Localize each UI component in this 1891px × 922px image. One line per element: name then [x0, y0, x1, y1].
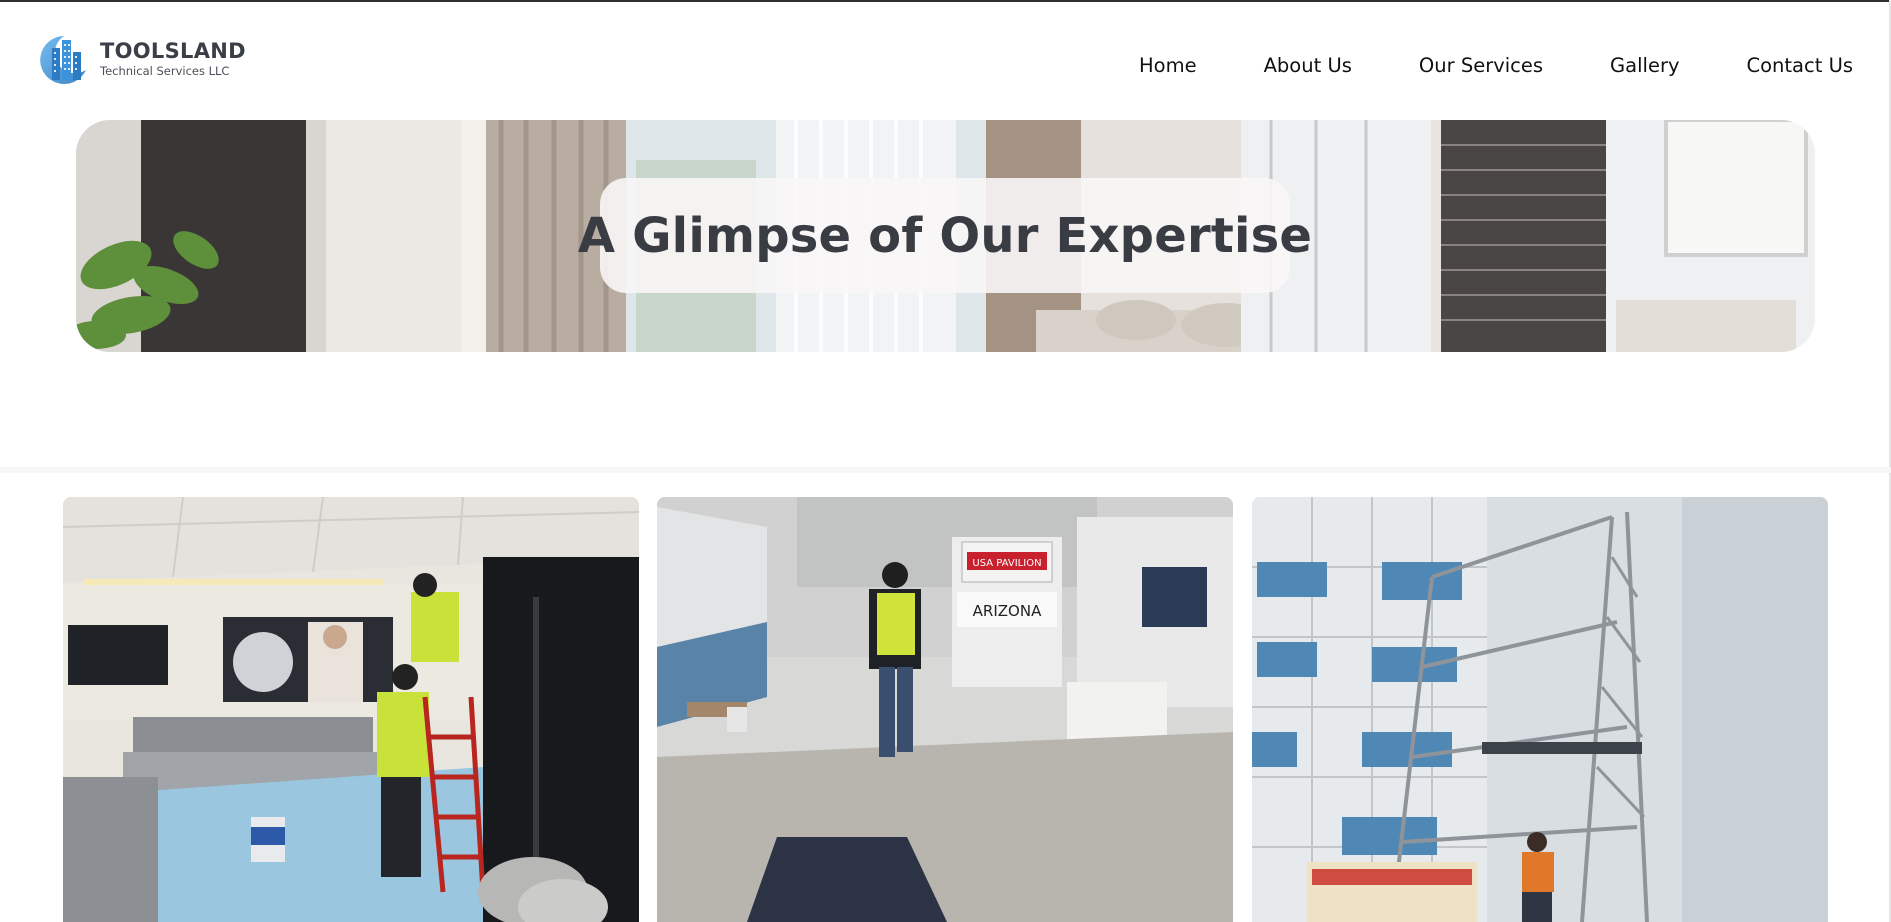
gallery-photo-exhibition[interactable]: ARIZONA USA PAVILION: [657, 497, 1233, 922]
brand-name: TOOLSLAND: [100, 38, 246, 63]
site-header: TOOLSLAND Technical Services LLC Home Ab…: [0, 2, 1891, 112]
nav-contact-us[interactable]: Contact Us: [1747, 54, 1854, 77]
gallery-photo-scaffolding[interactable]: [1252, 497, 1828, 922]
building-logo-icon: [40, 36, 86, 84]
fitout-photo-image: [63, 497, 639, 922]
main-nav: Home About Us Our Services Gallery Conta…: [1139, 54, 1853, 77]
nav-our-services[interactable]: Our Services: [1419, 54, 1543, 77]
nav-about-us[interactable]: About Us: [1264, 54, 1352, 77]
gallery-grid: ARIZONA USA PAVILION: [63, 497, 1829, 922]
scaffolding-photo-image: [1252, 497, 1828, 922]
banner-title: A Glimpse of Our Expertise: [577, 207, 1313, 264]
banner-title-card: A Glimpse of Our Expertise: [578, 178, 1312, 293]
section-divider: [0, 467, 1891, 473]
exhibition-photo-image: ARIZONA USA PAVILION: [657, 497, 1233, 922]
arizona-sign-text: ARIZONA: [973, 602, 1042, 620]
brand-logo[interactable]: TOOLSLAND Technical Services LLC: [38, 29, 246, 89]
nav-home[interactable]: Home: [1139, 54, 1197, 77]
nav-gallery[interactable]: Gallery: [1610, 54, 1679, 77]
usa-pavilion-sign-text: USA PAVILION: [972, 558, 1041, 569]
gallery-photo-fitout[interactable]: [63, 497, 639, 922]
brand-tagline: Technical Services LLC: [100, 63, 230, 78]
hero-banner: A Glimpse of Our Expertise: [76, 120, 1815, 352]
brand-text: TOOLSLAND Technical Services LLC: [100, 38, 246, 78]
